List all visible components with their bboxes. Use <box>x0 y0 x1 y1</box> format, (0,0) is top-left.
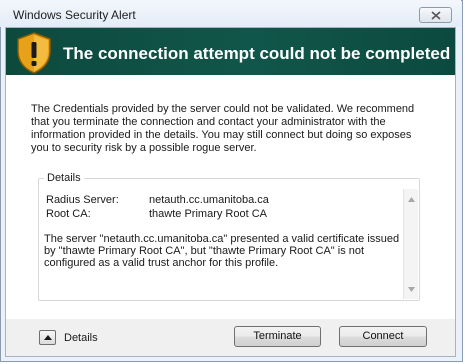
chevron-up-icon <box>44 335 52 340</box>
scroll-up-arrow-icon[interactable] <box>408 197 415 202</box>
close-icon <box>431 11 441 20</box>
root-ca-value: thawte Primary Root CA <box>149 208 267 220</box>
window-title: Windows Security Alert <box>13 8 136 22</box>
shield-warning-icon <box>17 32 51 74</box>
root-ca-label: Root CA: <box>46 208 91 220</box>
close-button[interactable] <box>419 7 452 23</box>
radius-server-value: netauth.cc.umanitoba.ca <box>149 194 269 206</box>
alert-banner: The connection attempt could not be comp… <box>6 28 455 75</box>
warning-message: The Credentials provided by the server c… <box>31 103 415 154</box>
details-toggle-button[interactable] <box>39 330 56 345</box>
connect-button[interactable]: Connect <box>339 326 427 347</box>
details-scrollbar[interactable] <box>403 189 418 299</box>
details-legend: Details <box>44 172 84 184</box>
terminate-button[interactable]: Terminate <box>234 326 321 347</box>
certificate-description: The server "netauth.cc.umanitoba.ca" pre… <box>44 233 400 269</box>
alert-heading: The connection attempt could not be comp… <box>63 44 451 63</box>
scroll-down-arrow-icon[interactable] <box>408 287 415 292</box>
radius-server-label: Radius Server: <box>46 194 119 206</box>
details-toggle-label[interactable]: Details <box>64 332 98 344</box>
title-bar[interactable]: Windows Security Alert <box>0 0 461 27</box>
